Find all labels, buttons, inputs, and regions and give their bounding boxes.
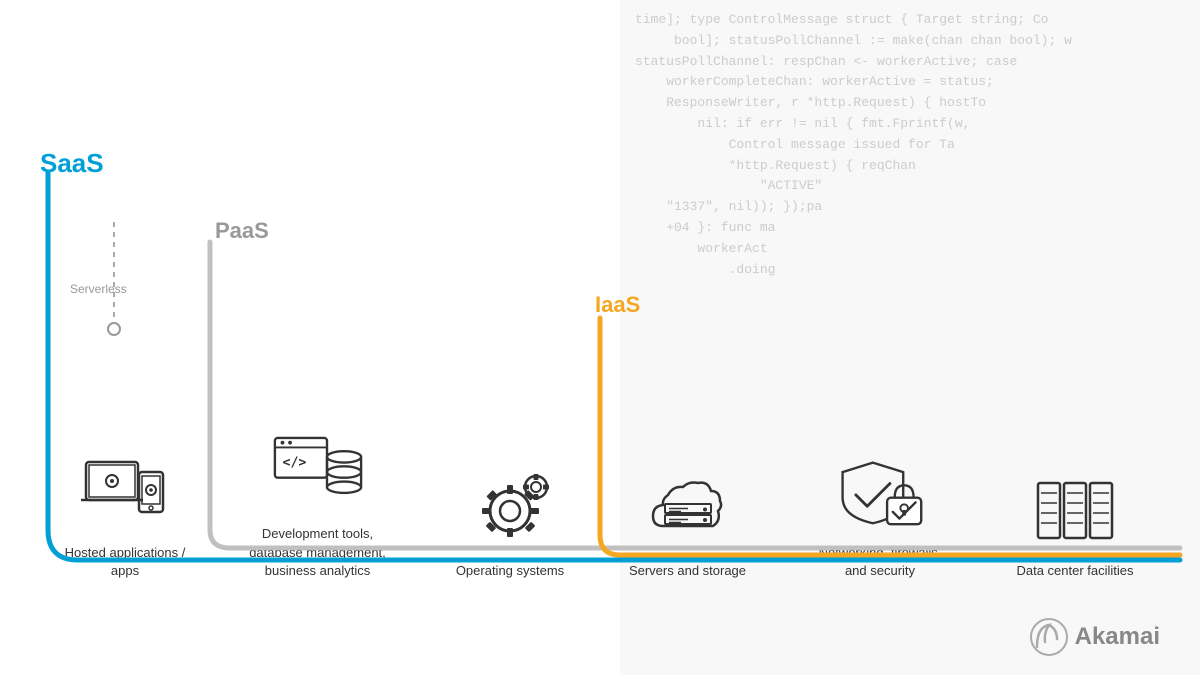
bracket-lines <box>0 0 1200 675</box>
diagram: SaaS PaaS Serverless IaaS <box>0 0 1200 675</box>
